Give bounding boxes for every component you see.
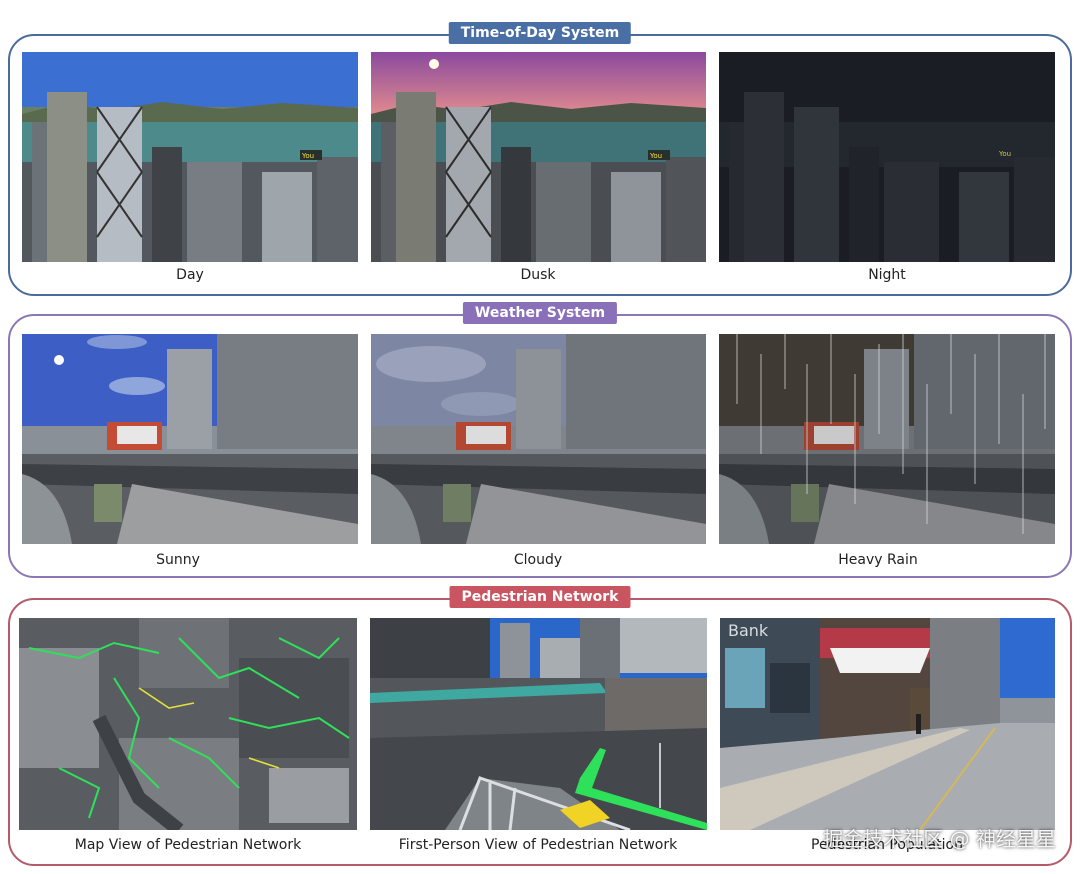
- weather-title: Weather System: [462, 302, 618, 324]
- caption-dusk: Dusk: [520, 267, 556, 283]
- map-view-screenshot: [19, 618, 357, 830]
- caption-night: Night: [868, 267, 906, 283]
- caption-map-view: Map View of Pedestrian Network: [74, 837, 302, 853]
- you-marker: You: [998, 150, 1011, 158]
- you-marker: You: [649, 152, 662, 160]
- time-of-day-title: Time-of-Day System: [448, 22, 632, 44]
- heavy-rain-screenshot: [719, 334, 1055, 544]
- day-screenshot: You: [22, 52, 358, 262]
- pedestrian-title: Pedestrian Network: [449, 586, 631, 608]
- first-person-screenshot: [370, 618, 707, 830]
- sunny-screenshot: [22, 334, 358, 544]
- caption-cloudy: Cloudy: [513, 552, 563, 568]
- caption-day: Day: [176, 267, 204, 283]
- caption-sunny: Sunny: [156, 552, 200, 568]
- you-marker: You: [301, 152, 314, 160]
- caption-first-person: First-Person View of Pedestrian Network: [398, 837, 678, 853]
- watermark-text: 掘金技术社区 @ 神经星星: [823, 827, 1056, 851]
- night-screenshot: You: [719, 52, 1055, 262]
- cloudy-screenshot: [371, 334, 706, 544]
- caption-heavy-rain: Heavy Rain: [838, 552, 918, 568]
- bank-sign: Bank: [728, 621, 769, 640]
- dusk-screenshot: You: [371, 52, 706, 262]
- pedestrian-population-screenshot: Bank: [720, 618, 1055, 830]
